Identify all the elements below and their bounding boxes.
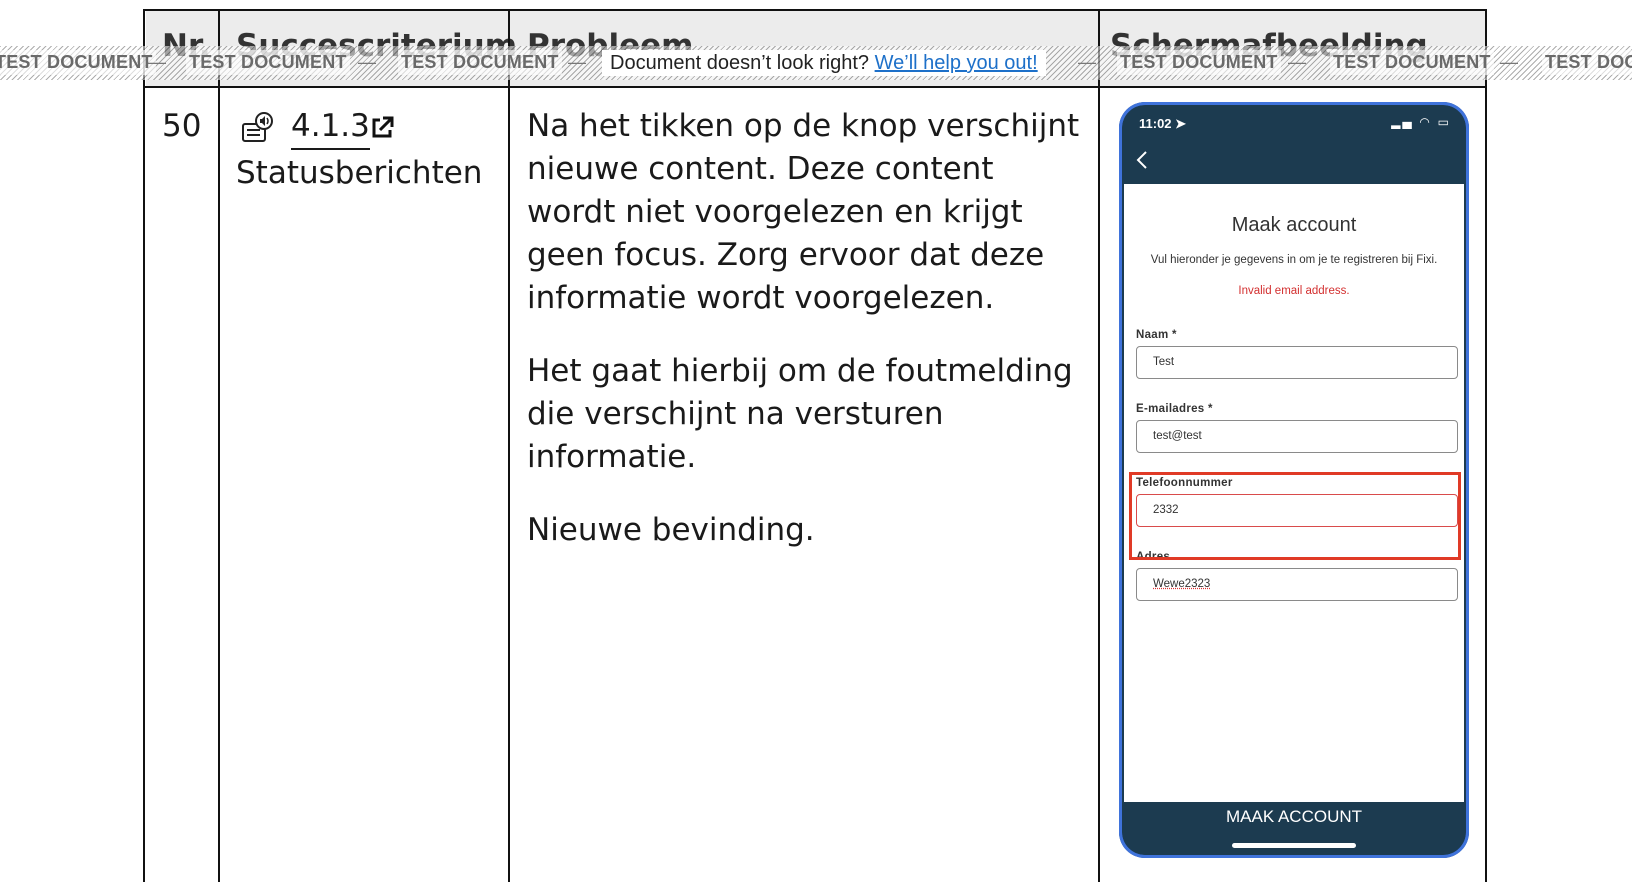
status-bar-icons: ▂▄ ◠ ▭ xyxy=(1391,115,1451,129)
status-message-icon xyxy=(242,112,273,142)
back-chevron-icon xyxy=(1136,151,1147,169)
field-input-email: test@test xyxy=(1136,420,1458,453)
watermark-text: TEST DOCUMENT xyxy=(186,50,350,75)
highlight-box xyxy=(1129,472,1461,560)
problem-paragraph: Nieuwe bevinding. xyxy=(527,512,815,548)
col-border-criterium xyxy=(508,9,510,882)
watermark-separator: — xyxy=(1288,52,1306,72)
watermark-text: TEST DOCUMENT xyxy=(1330,50,1494,75)
problem-paragraph: Na het tikken op de knop verschijnt nieu… xyxy=(527,108,1080,316)
col-border-nr xyxy=(218,9,220,882)
criterion-link[interactable]: 4.1.3 xyxy=(291,105,370,150)
test-document-banner: TEST DOCUMENT — TEST DOCUMENT — TEST DOC… xyxy=(0,46,1632,80)
watermark-separator: — xyxy=(148,52,166,72)
form-description: Vul hieronder je gegevens in om je te re… xyxy=(1150,254,1438,266)
watermark-separator: — xyxy=(1500,52,1518,72)
form-error-message: Invalid email address. xyxy=(1238,285,1350,297)
watermark-text: TEST DOCUMENT xyxy=(1117,50,1281,75)
watermark-separator: — xyxy=(1078,52,1096,72)
home-indicator xyxy=(1232,843,1356,848)
problem-paragraph: Het gaat hierbij om de foutmelding die v… xyxy=(527,353,1073,475)
status-bar-time: 11:02 ➤ xyxy=(1139,116,1187,131)
watermark-text: TEST DOCUMENT xyxy=(1542,50,1632,75)
col-border-left xyxy=(143,9,145,882)
help-link[interactable]: We’ll help you out! xyxy=(875,52,1038,74)
field-label-naam: Naam * xyxy=(1136,329,1177,341)
col-border-probleem xyxy=(1098,9,1100,882)
watermark-separator: — xyxy=(568,52,586,72)
watermark-text: TEST DOCUMENT xyxy=(0,50,156,75)
watermark-separator: — xyxy=(358,52,376,72)
col-border-right xyxy=(1485,9,1487,882)
header-divider xyxy=(144,86,1487,88)
field-label-email: E-mailadres * xyxy=(1136,403,1213,415)
problem-description: Na het tikken op de knop verschijnt nieu… xyxy=(527,105,1087,582)
external-link-icon[interactable] xyxy=(369,115,395,141)
criterion-name: Statusberichten xyxy=(236,155,483,191)
row-number: 50 xyxy=(162,108,202,144)
help-text: Document doesn’t look right? xyxy=(610,52,870,74)
help-message: Document doesn’t look right? We’ll help … xyxy=(602,50,1046,76)
maak-account-button: MAAK ACCOUNT xyxy=(1225,807,1363,826)
watermark-text: TEST DOCUMENT xyxy=(398,50,562,75)
field-input-adres: Wewe2323 xyxy=(1136,568,1458,601)
table-top-border xyxy=(144,9,1487,11)
form-title: Maak account xyxy=(1231,214,1357,236)
field-input-naam: Test xyxy=(1136,346,1458,379)
